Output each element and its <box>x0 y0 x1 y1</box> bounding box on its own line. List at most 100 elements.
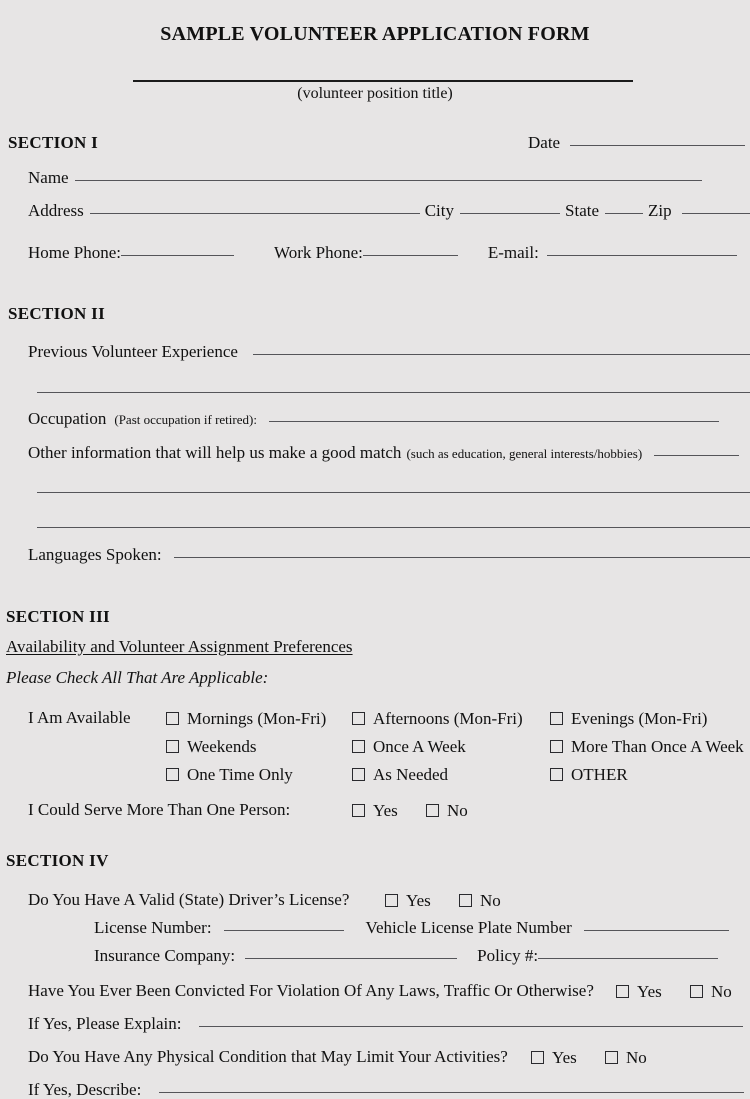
email-input-rule[interactable] <box>546 255 737 256</box>
page-title: SAMPLE VOLUNTEER APPLICATION FORM <box>160 23 590 45</box>
checkbox-option-afternoons[interactable]: Afternoons (Mon-Fri) <box>352 708 523 728</box>
if-yes-describe-label: If Yes, Describe: <box>28 1080 142 1099</box>
section-2-heading: SECTION II <box>8 304 106 323</box>
checkbox-option-mornings[interactable]: Mornings (Mon-Fri) <box>166 708 326 728</box>
checkbox-option-other[interactable]: OTHER <box>550 764 628 784</box>
home-phone-input-rule[interactable] <box>121 255 235 256</box>
other-information-input-rule-line3[interactable] <box>37 527 750 528</box>
checkbox-label: More Than Once A Week <box>571 737 744 756</box>
languages-spoken-input-rule[interactable] <box>173 557 750 558</box>
name-field-row: Name <box>28 168 702 188</box>
checkbox-icon[interactable] <box>531 1050 544 1064</box>
checkbox-icon[interactable] <box>550 739 563 753</box>
if-yes-explain-row: If Yes, Please Explain: <box>28 1014 744 1034</box>
work-phone-label: Work Phone: <box>274 243 363 262</box>
other-information-input-rule[interactable] <box>654 455 740 456</box>
state-label: State <box>565 201 600 220</box>
if-yes-explain-input-rule[interactable] <box>199 1026 744 1027</box>
checkbox-icon[interactable] <box>385 893 398 907</box>
insurance-company-input-rule[interactable] <box>245 958 458 959</box>
convicted-question: Have You Ever Been Convicted For Violati… <box>28 981 594 1000</box>
license-number-label: License Number: <box>94 918 212 937</box>
previous-experience-input-rule[interactable] <box>252 354 750 355</box>
languages-spoken-row: Languages Spoken: <box>28 545 750 565</box>
checkbox-icon[interactable] <box>352 803 365 817</box>
license-number-input-rule[interactable] <box>223 930 344 931</box>
vehicle-plate-input-rule[interactable] <box>583 930 729 931</box>
section-3-subheading: Availability and Volunteer Assignment Pr… <box>6 637 353 656</box>
if-yes-describe-row: If Yes, Describe: <box>28 1080 745 1099</box>
checkbox-icon[interactable] <box>550 711 563 725</box>
checkbox-option-once-a-week[interactable]: Once A Week <box>352 736 466 756</box>
checkbox-convicted-yes[interactable]: Yes <box>616 981 662 1001</box>
checkbox-label: Mornings (Mon-Fri) <box>187 709 327 728</box>
occupation-row: Occupation (Past occupation if retired): <box>28 409 719 429</box>
checkbox-physical-condition-no[interactable]: No <box>605 1047 647 1067</box>
checkbox-label: No <box>711 982 732 1001</box>
insurance-company-row: Insurance Company: Policy #: <box>94 946 719 966</box>
checkbox-label: Yes <box>552 1048 577 1067</box>
checkbox-icon[interactable] <box>616 984 629 998</box>
checkbox-icon[interactable] <box>550 767 563 781</box>
checkbox-icon[interactable] <box>166 767 179 781</box>
work-phone-input-rule[interactable] <box>362 255 458 256</box>
checkbox-label: As Needed <box>373 765 449 784</box>
home-phone-label: Home Phone: <box>28 243 122 262</box>
checkbox-option-evenings[interactable]: Evenings (Mon-Fri) <box>550 708 707 728</box>
checkbox-option-as-needed[interactable]: As Needed <box>352 764 448 784</box>
checkbox-serve-more-yes[interactable]: Yes <box>352 800 398 820</box>
checkbox-icon[interactable] <box>352 739 365 753</box>
previous-experience-input-rule-line2[interactable] <box>37 392 750 393</box>
city-input-rule[interactable] <box>460 213 561 214</box>
checkbox-option-one-time-only[interactable]: One Time Only <box>166 764 293 784</box>
position-title-caption: (volunteer position title) <box>297 85 453 102</box>
position-title-blank-rule[interactable] <box>133 80 633 82</box>
zip-input-rule[interactable] <box>681 213 750 214</box>
checkbox-icon[interactable] <box>459 893 472 907</box>
occupation-input-rule[interactable] <box>268 421 719 422</box>
checkbox-option-more-than-once-a-week[interactable]: More Than Once A Week <box>550 736 744 756</box>
checkbox-label: Yes <box>373 801 398 820</box>
license-number-row: License Number: Vehicle License Plate Nu… <box>94 918 729 938</box>
other-information-note: (such as education, general interests/ho… <box>406 446 643 461</box>
name-input-rule[interactable] <box>74 180 702 181</box>
other-information-row: Other information that will help us make… <box>28 443 740 463</box>
checkbox-label: No <box>480 891 501 910</box>
checkbox-icon[interactable] <box>166 739 179 753</box>
other-information-label: Other information that will help us make… <box>28 443 402 462</box>
previous-experience-label: Previous Volunteer Experience <box>28 342 238 361</box>
checkbox-label: No <box>626 1048 647 1067</box>
checkbox-label: OTHER <box>571 765 628 784</box>
checkbox-icon[interactable] <box>352 767 365 781</box>
checkbox-label: One Time Only <box>187 765 293 784</box>
occupation-note: (Past occupation if retired): <box>114 412 257 427</box>
occupation-label: Occupation <box>28 409 107 428</box>
checkbox-icon[interactable] <box>352 711 365 725</box>
phone-email-row: Home Phone: Work Phone: E-mail: <box>28 243 737 263</box>
checkbox-physical-condition-yes[interactable]: Yes <box>531 1047 577 1067</box>
insurance-company-label: Insurance Company: <box>94 946 236 965</box>
address-input-rule[interactable] <box>89 213 420 214</box>
checkbox-icon[interactable] <box>605 1050 618 1064</box>
policy-number-input-rule[interactable] <box>538 958 719 959</box>
section-1-heading: SECTION I <box>8 133 99 152</box>
checkbox-label: Weekends <box>187 737 257 756</box>
checkbox-icon[interactable] <box>690 984 703 998</box>
date-field-row: Date <box>528 133 746 153</box>
checkbox-label: Once A Week <box>373 737 466 756</box>
other-information-input-rule-line2[interactable] <box>37 492 750 493</box>
state-input-rule[interactable] <box>605 213 644 214</box>
date-input-rule[interactable] <box>570 145 746 146</box>
checkbox-label: Yes <box>406 891 431 910</box>
checkbox-convicted-no[interactable]: No <box>690 981 732 1001</box>
section-4-heading: SECTION IV <box>6 851 109 870</box>
checkbox-serve-more-no[interactable]: No <box>426 800 468 820</box>
checkbox-drivers-license-no[interactable]: No <box>459 890 501 910</box>
serve-more-than-one-person-label: I Could Serve More Than One Person: <box>28 800 291 819</box>
checkbox-option-weekends[interactable]: Weekends <box>166 736 256 756</box>
checkbox-icon[interactable] <box>166 711 179 725</box>
checkbox-icon[interactable] <box>426 803 439 817</box>
checkbox-drivers-license-yes[interactable]: Yes <box>385 890 431 910</box>
if-yes-describe-input-rule[interactable] <box>159 1092 745 1093</box>
policy-number-label: Policy #: <box>477 946 539 965</box>
